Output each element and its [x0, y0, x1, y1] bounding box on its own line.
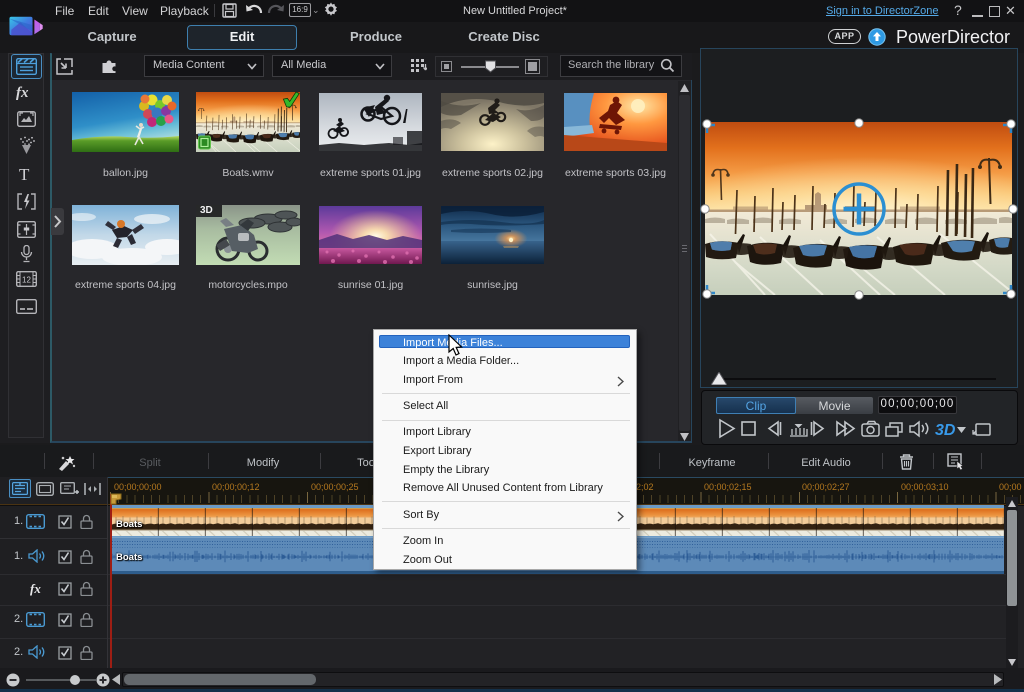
svg-text:12: 12: [22, 276, 31, 285]
svg-text:3D: 3D: [935, 422, 956, 439]
